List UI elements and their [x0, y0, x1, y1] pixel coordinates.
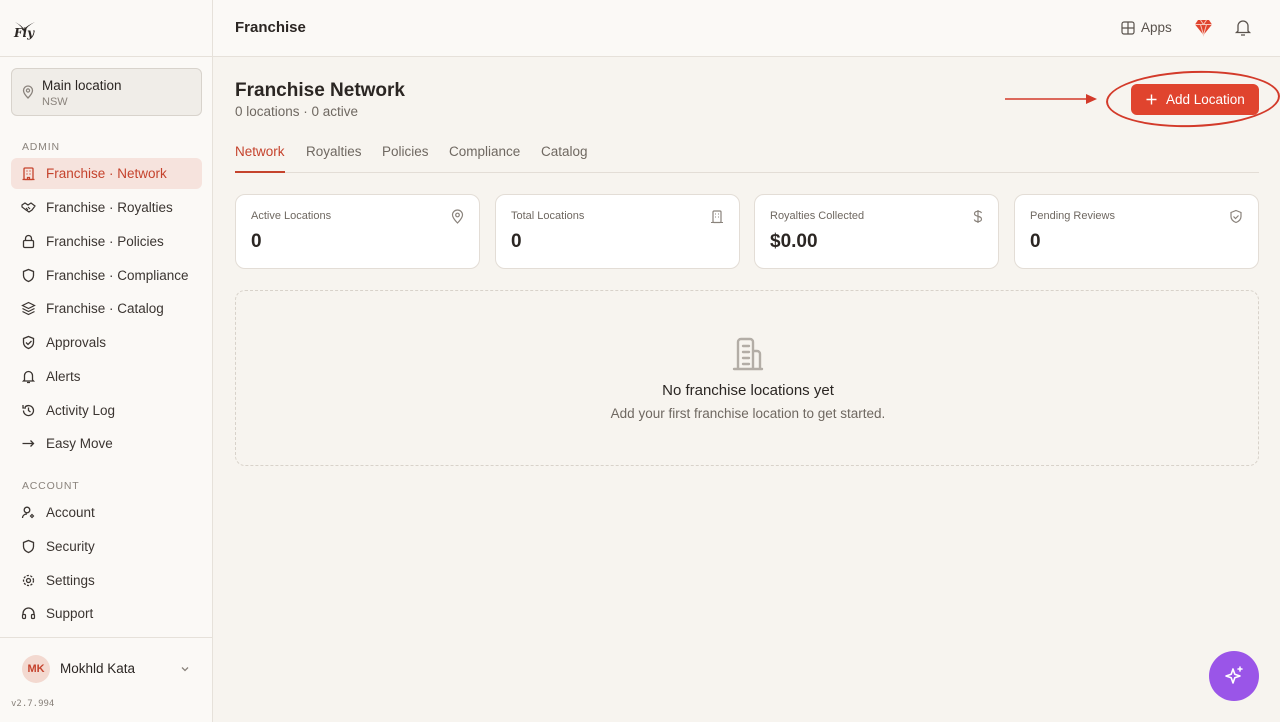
admin-section-label: ADMIN [22, 141, 60, 153]
header-title: Franchise [235, 19, 306, 36]
sidebar-item-account[interactable]: Account [11, 497, 202, 528]
shield-check-icon [1230, 209, 1242, 224]
empty-state: No franchise locations yet Add your firs… [235, 290, 1259, 466]
location-selector[interactable]: Main location NSW [11, 68, 202, 116]
avatar: MK [22, 655, 50, 683]
sidebar-item-franchise-compliance[interactable]: Franchise · Compliance [11, 260, 202, 291]
premium-button[interactable] [1194, 18, 1213, 37]
shield-check-icon [22, 335, 35, 350]
user-cog-icon [21, 506, 35, 519]
sidebar-item-label: Franchise · Policies [46, 234, 164, 249]
add-location-button[interactable]: Add Location [1131, 84, 1259, 115]
gem-icon [1195, 19, 1212, 37]
stat-card-royalties-collected: Royalties Collected $0.00 [754, 194, 999, 269]
sidebar-item-alerts[interactable]: Alerts [11, 361, 202, 392]
headset-icon [21, 607, 36, 620]
sidebar-item-security[interactable]: Security [11, 531, 202, 562]
tab-catalog[interactable]: Catalog [541, 144, 588, 171]
chevron-down-icon [181, 667, 189, 672]
version-label: v2.7.994 [11, 699, 55, 709]
building-icon [22, 167, 35, 181]
bell-icon [21, 370, 36, 384]
sidebar-item-label: Security [46, 539, 95, 554]
location-region: NSW [42, 96, 68, 108]
sidebar-item-label: Franchise · Catalog [46, 301, 164, 316]
logo-text: Fly [14, 26, 35, 40]
stat-label: Pending Reviews [1030, 210, 1115, 222]
shield-icon [22, 268, 35, 283]
sidebar: Fly Main location NSW ADMIN Franchise · … [0, 0, 213, 722]
location-name: Main location [42, 78, 122, 93]
stat-label: Royalties Collected [770, 210, 865, 222]
tab-compliance[interactable]: Compliance [449, 144, 520, 171]
apps-label: Apps [1141, 20, 1172, 35]
stat-value: 0 [251, 231, 262, 252]
stat-label: Active Locations [251, 210, 332, 222]
account-section-label: ACCOUNT [22, 480, 80, 492]
plus-icon [1146, 94, 1157, 105]
user-name: Mokhld Kata [60, 661, 136, 676]
sidebar-item-label: Franchise · Royalties [46, 200, 173, 215]
sidebar-item-franchise-catalog[interactable]: Franchise · Catalog [11, 293, 202, 324]
sidebar-item-activity-log[interactable]: Activity Log [11, 395, 202, 426]
stat-label: Total Locations [511, 210, 585, 222]
handshake-icon [21, 202, 36, 213]
sidebar-item-easy-move[interactable]: Easy Move [11, 428, 202, 459]
notifications-button[interactable] [1234, 18, 1252, 37]
layers-icon [21, 301, 36, 316]
sidebar-item-franchise-policies[interactable]: Franchise · Policies [11, 226, 202, 257]
dollar-icon [973, 210, 983, 223]
sidebar-item-franchise-network[interactable]: Franchise · Network [11, 158, 202, 189]
shield-icon [22, 539, 35, 554]
lock-icon [22, 234, 35, 249]
empty-state-subtitle: Add your first franchise location to get… [610, 406, 886, 421]
sidebar-item-label: Alerts [46, 369, 81, 384]
ai-assistant-button[interactable] [1209, 651, 1259, 701]
annotation-arrow-icon [1005, 94, 1097, 104]
sidebar-item-label: Settings [46, 573, 95, 588]
bell-icon [1234, 20, 1252, 36]
map-pin-icon [451, 209, 464, 224]
empty-state-title: No franchise locations yet [662, 382, 834, 399]
sidebar-item-label: Account [46, 505, 95, 520]
building-icon [711, 210, 723, 224]
gear-icon [22, 574, 35, 587]
user-menu[interactable]: MK Mokhld Kata [11, 650, 202, 688]
page-title: Franchise Network [235, 80, 405, 101]
stat-card-total-locations: Total Locations 0 [495, 194, 740, 269]
sparkles-icon [1225, 666, 1243, 684]
sidebar-item-label: Support [46, 606, 94, 621]
sidebar-item-label: Franchise · Compliance [46, 268, 189, 283]
sidebar-divider [0, 637, 213, 638]
tab-royalties[interactable]: Royalties [306, 144, 362, 171]
stat-card-pending-reviews: Pending Reviews 0 [1014, 194, 1259, 269]
top-header: Franchise Apps [213, 0, 1280, 57]
sidebar-item-label: Franchise · Network [46, 166, 167, 181]
sidebar-item-label: Activity Log [46, 403, 116, 418]
sidebar-item-support[interactable]: Support [11, 598, 202, 629]
building-icon [732, 337, 764, 371]
sidebar-item-label: Approvals [46, 335, 107, 350]
map-pin-icon [22, 85, 34, 99]
stat-value: 0 [511, 231, 522, 252]
grid-icon [1121, 21, 1135, 35]
stat-value: $0.00 [770, 231, 818, 252]
history-icon [22, 404, 35, 417]
stat-card-active-locations: Active Locations 0 [235, 194, 480, 269]
arrow-right-icon [22, 440, 35, 447]
tab-network[interactable]: Network [235, 144, 285, 173]
add-location-label: Add Location [1166, 92, 1245, 107]
tab-policies[interactable]: Policies [382, 144, 429, 171]
sidebar-item-approvals[interactable]: Approvals [11, 327, 202, 358]
stat-value: 0 [1030, 231, 1041, 252]
sidebar-item-settings[interactable]: Settings [11, 565, 202, 596]
sidebar-item-label: Easy Move [46, 436, 113, 451]
page-subtitle: 0 locations · 0 active [235, 104, 359, 119]
sidebar-item-franchise-royalties[interactable]: Franchise · Royalties [11, 192, 202, 223]
tab-bar: Network Royalties Policies Compliance Ca… [235, 140, 1259, 173]
sidebar-divider [0, 56, 213, 57]
